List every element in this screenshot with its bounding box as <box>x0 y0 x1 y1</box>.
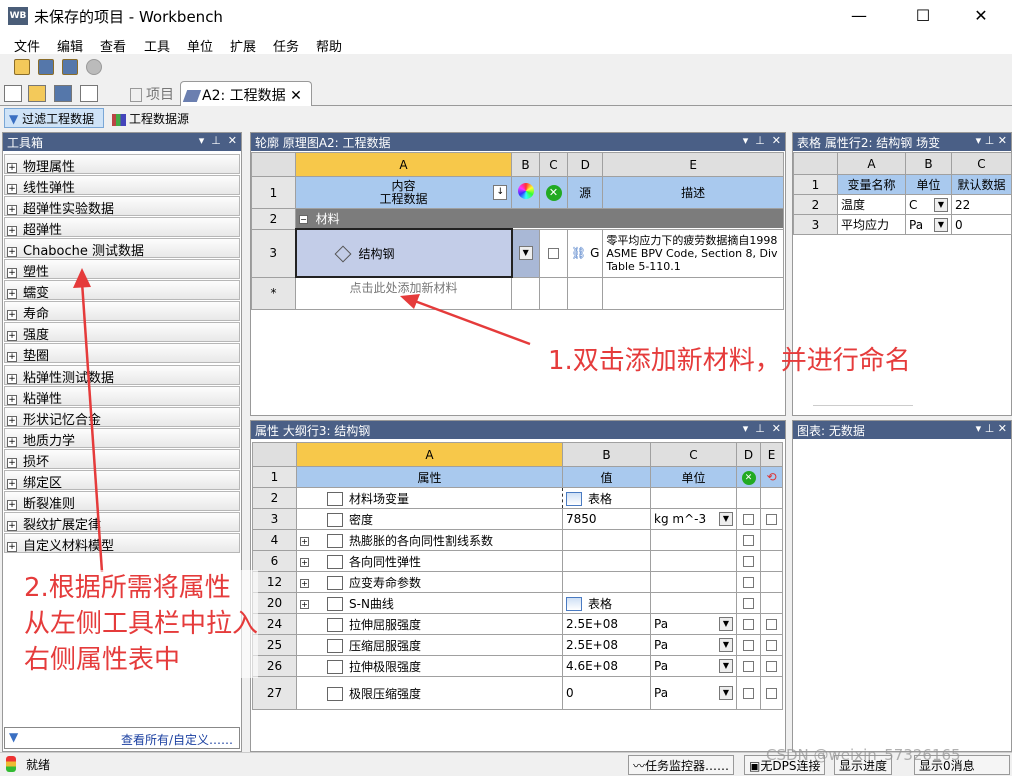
status-light-icon <box>6 756 16 772</box>
arrow-head-2 <box>73 268 91 288</box>
status-ready: 就绪 <box>26 758 51 772</box>
computer-icon: ▣ <box>749 759 761 773</box>
arrow-head-1 <box>400 294 420 309</box>
watermark: CSDN @weixin_57326165 <box>766 746 961 764</box>
task-monitor-label: 任务监控器…… <box>645 759 730 773</box>
annotation-2: 2.根据所需将属性 从左侧工具栏中拉入 右侧属性表中 <box>24 570 259 678</box>
annotation-1: 1.双击添加新材料，并进行命名 <box>548 346 911 376</box>
task-monitor-button[interactable]: 〰任务监控器…… <box>628 755 735 775</box>
annotation-2-line-2: 从左侧工具栏中拉入 <box>24 609 259 639</box>
annotation-2-line-3: 右侧属性表中 <box>24 645 181 675</box>
monitor-icon: 〰 <box>633 759 646 773</box>
annotation-2-line-1: 2.根据所需将属性 <box>24 573 231 603</box>
arrow-line-2 <box>80 281 104 573</box>
arrow-line-1 <box>411 298 531 346</box>
